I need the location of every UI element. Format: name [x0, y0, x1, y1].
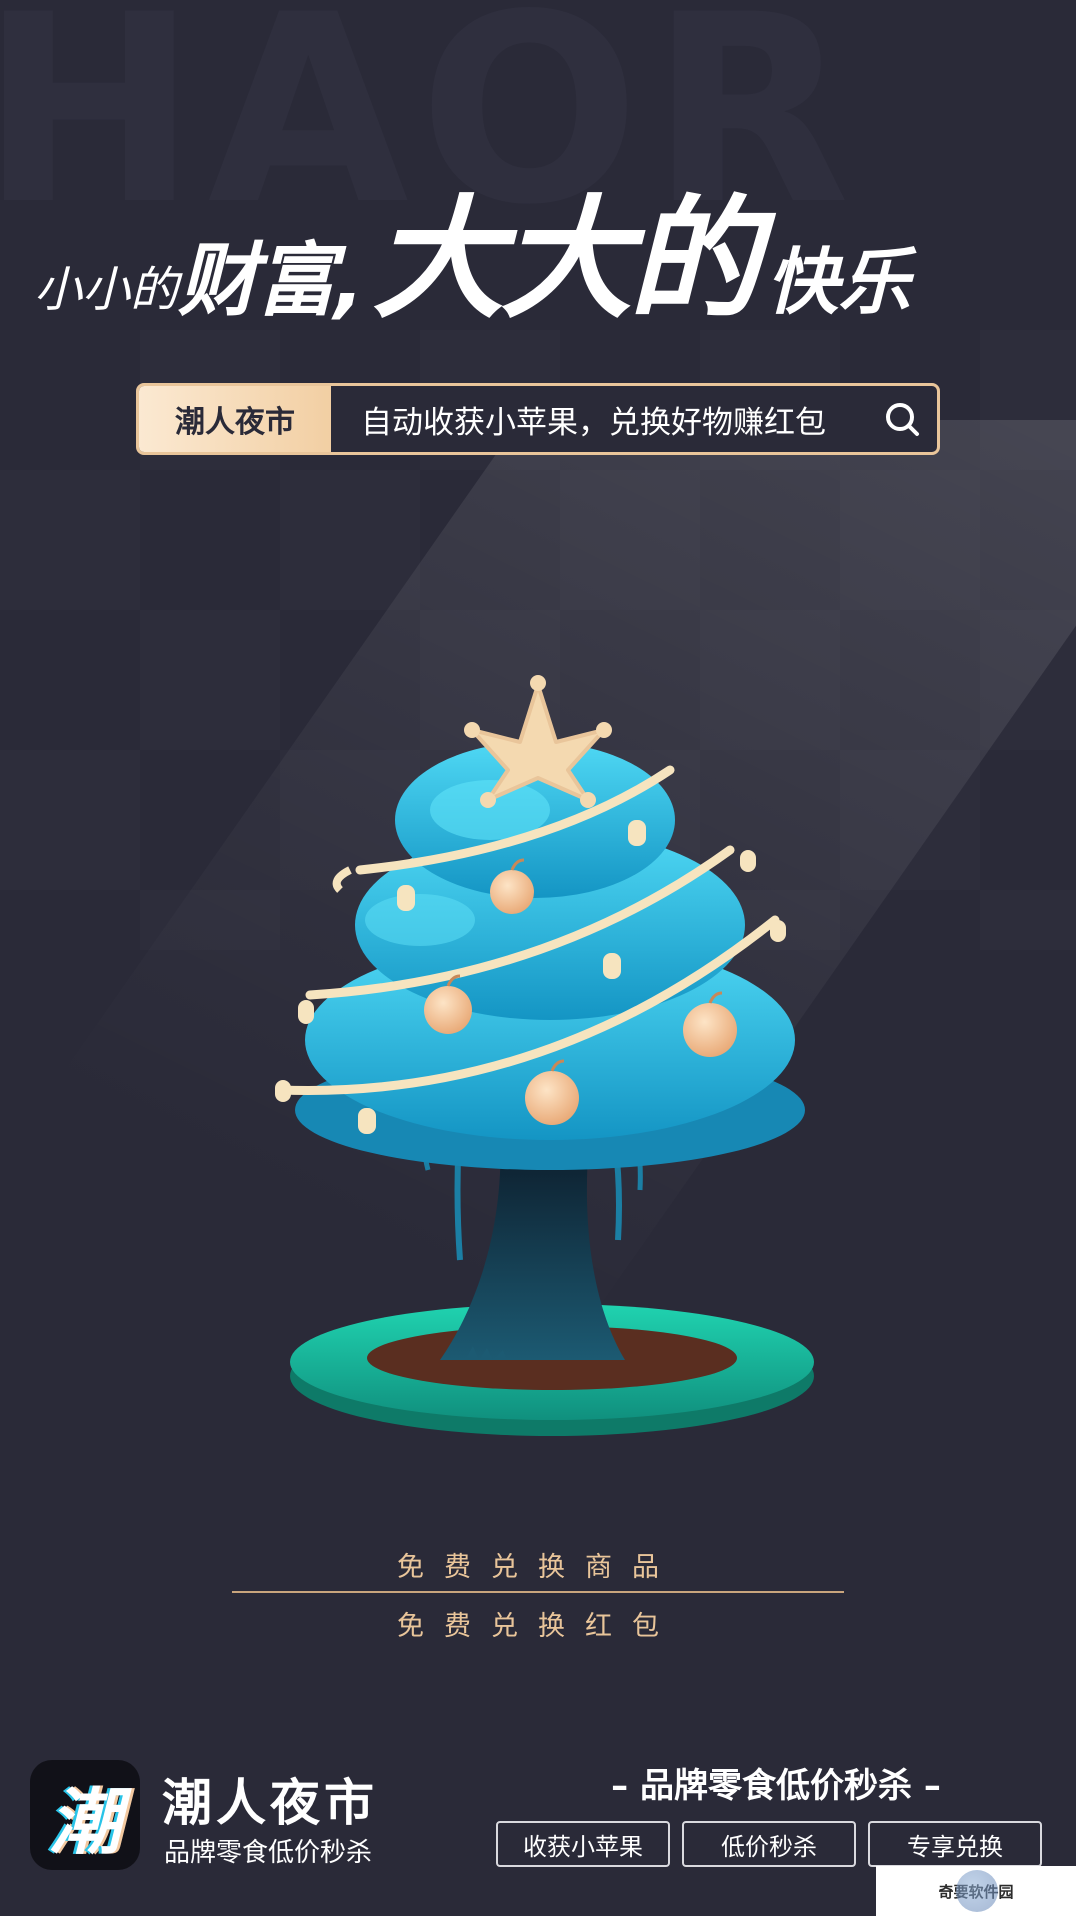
exclusive-exchange-button[interactable]: 专享兑换 [868, 1821, 1042, 1867]
money-tree-illustration [275, 675, 814, 1436]
flash-sale-button[interactable]: 低价秒杀 [682, 1821, 856, 1867]
promo-line-redpacket: 免费兑换红包 [397, 1611, 679, 1642]
promo-line-goods: 免费兑换商品 [397, 1552, 679, 1583]
headline-part-1: 小小的 [34, 262, 179, 318]
footer-button-group: 收获小苹果 低价秒杀 专享兑换 [496, 1821, 1042, 1867]
app-logo-icon: 潮 [30, 1760, 140, 1870]
promo-divider [232, 1591, 844, 1593]
headline-part-4: 快乐 [766, 240, 911, 324]
search-bar[interactable]: 潮人夜市 自动收获小苹果，兑换好物赚红包 [136, 383, 940, 455]
headline-part-3: 大大的 [372, 183, 760, 337]
footer-heading: – 品牌零食低价秒杀 – [611, 1766, 941, 1806]
harvest-apples-button[interactable]: 收获小苹果 [496, 1821, 670, 1867]
search-text[interactable]: 自动收获小苹果，兑换好物赚红包 [331, 386, 867, 452]
headline: 小小的 财富, 大大的 快乐 [34, 180, 1054, 350]
site-watermark-badge: 奇要软件园 [876, 1866, 1076, 1916]
watermark-logo-icon [956, 1870, 998, 1912]
headline-part-2: 财富, [178, 234, 364, 327]
app-name: 潮人夜市 [162, 1774, 378, 1832]
app-logo-char: 潮 [48, 1779, 121, 1864]
search-tag: 潮人夜市 [139, 386, 331, 452]
app-slogan: 品牌零食低价秒杀 [164, 1838, 373, 1868]
search-icon[interactable] [867, 386, 937, 452]
